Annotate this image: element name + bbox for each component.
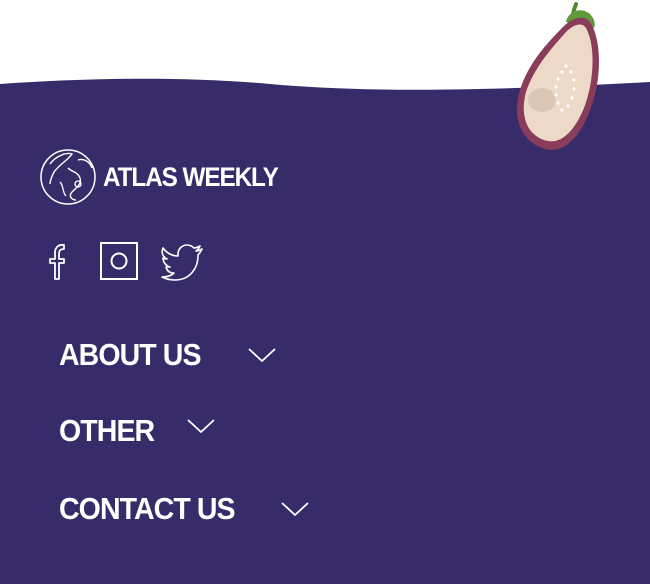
twitter-link[interactable] — [160, 240, 206, 284]
nav-other-label: OTHER — [59, 413, 155, 448]
nav-contact-us-label: CONTACT US — [59, 491, 236, 526]
instagram-icon — [100, 242, 138, 280]
instagram-link[interactable] — [99, 240, 141, 284]
nav-about-us-label: ABOUT US — [59, 337, 201, 372]
globe-logo-icon — [40, 149, 96, 205]
nav-other[interactable]: OTHER — [59, 413, 216, 449]
chevron-down-icon[interactable] — [247, 346, 277, 364]
facebook-link[interactable] — [44, 240, 74, 284]
eggplant-illustration — [516, 2, 599, 150]
chevron-down-icon[interactable] — [186, 417, 216, 435]
nav-about-us[interactable]: ABOUT US — [59, 337, 277, 373]
chevron-down-icon[interactable] — [280, 500, 310, 518]
facebook-icon — [49, 243, 65, 280]
nav-contact-us[interactable]: CONTACT US — [59, 491, 310, 527]
brand-name: ATLAS WEEKLY — [103, 161, 279, 192]
brand[interactable]: ATLAS WEEKLY — [38, 146, 297, 208]
twitter-icon — [161, 244, 203, 281]
